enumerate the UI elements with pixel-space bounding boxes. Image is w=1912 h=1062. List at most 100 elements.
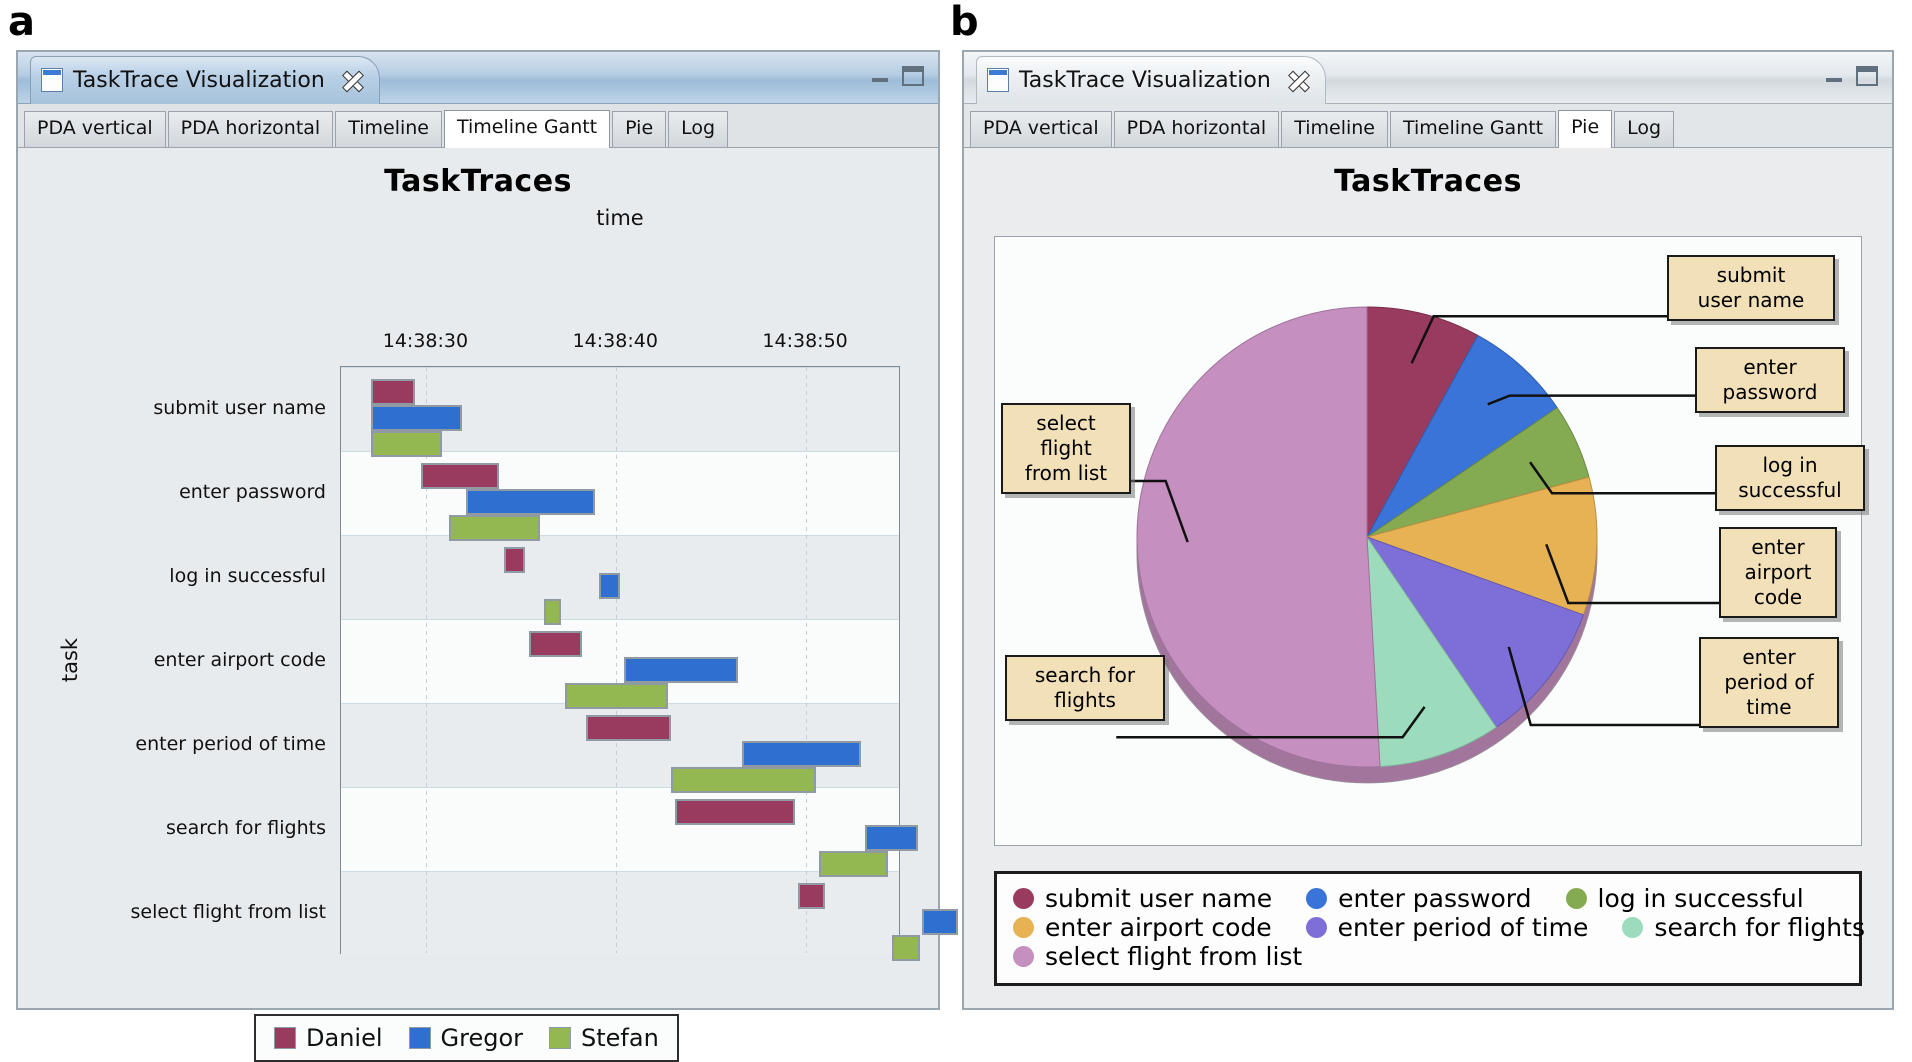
legend-row: submit user name enter password log in suc…	[1013, 884, 1843, 913]
tab-pda-vertical[interactable]: PDA vertical	[24, 111, 166, 147]
legend-dot	[1306, 888, 1328, 909]
pie-callout[interactable]: search for flights	[1005, 655, 1165, 721]
legend-item[interactable]: search for flights	[1622, 913, 1865, 942]
gantt-bar[interactable]	[819, 851, 888, 877]
gantt-bar[interactable]	[565, 683, 668, 709]
legend-dot	[1305, 917, 1327, 938]
window-tab-gantt[interactable]: TaskTrace Visualization	[30, 55, 380, 104]
gantt-row-band	[341, 787, 899, 871]
gantt-bar[interactable]	[528, 631, 583, 657]
gantt-bar[interactable]	[599, 573, 621, 599]
window-title: TaskTrace Visualization	[1019, 67, 1271, 93]
window-controls-gantt	[870, 66, 924, 86]
legend-item[interactable]: enter airport code	[1013, 913, 1272, 942]
legend-item[interactable]: Gregor	[408, 1024, 523, 1052]
gantt-bar[interactable]	[449, 515, 541, 541]
gantt-bar[interactable]	[623, 657, 738, 683]
gantt-chart: time task 14:38:30 14:38:40 14:38:50 submit u…	[18, 148, 958, 1008]
gantt-bar[interactable]	[504, 547, 526, 573]
window-tab-pie[interactable]: TaskTrace Visualization	[976, 55, 1326, 104]
gantt-bar[interactable]	[671, 767, 816, 793]
pie-callout[interactable]: select flight from list	[1001, 403, 1131, 494]
tab-pda-horizontal[interactable]: PDA horizontal	[167, 111, 334, 147]
gantt-bar[interactable]	[864, 825, 919, 851]
gantt-bar[interactable]	[798, 883, 826, 909]
pie-callout[interactable]: enter period of time	[1699, 637, 1839, 728]
gantt-row-separator	[341, 535, 899, 536]
titlebar-gantt: TaskTrace Visualization	[18, 52, 938, 104]
gantt-task-label: enter airport code	[153, 649, 326, 671]
gantt-legend: Daniel Gregor Stefan	[254, 1014, 679, 1062]
tab-log[interactable]: Log	[1614, 111, 1675, 147]
legend-dot	[1013, 888, 1034, 909]
chart-title-pie: TaskTraces	[1334, 164, 1522, 199]
gantt-task-label: select flight from list	[130, 901, 327, 923]
tab-log[interactable]: Log	[668, 111, 729, 147]
pie-callout[interactable]: enter airport code	[1719, 527, 1837, 618]
pie-slice[interactable]: select flight from list — 50.9%	[1136, 306, 1381, 768]
legend-swatch	[549, 1027, 571, 1049]
gantt-row-separator	[341, 871, 899, 872]
tab-pda-vertical[interactable]: PDA vertical	[970, 111, 1112, 147]
tab-pda-horizontal[interactable]: PDA horizontal	[1113, 111, 1280, 147]
gantt-row-separator	[341, 367, 899, 368]
legend-item[interactable]: enter password	[1306, 884, 1532, 913]
tabstrip-pie: PDA vertical PDA horizontal Timeline Timeli…	[964, 104, 1892, 148]
titlebar-pie: TaskTrace Visualization	[964, 52, 1892, 104]
pie-legend: submit user name enter password log in suc…	[994, 871, 1865, 986]
gantt-bar[interactable]	[585, 715, 672, 741]
tab-timeline-gantt[interactable]: Timeline Gantt	[444, 110, 611, 148]
gantt-bar[interactable]	[921, 909, 958, 935]
tab-pie[interactable]: Pie	[1558, 110, 1613, 148]
close-icon[interactable]	[339, 67, 365, 93]
legend-item[interactable]: Daniel	[274, 1024, 383, 1052]
minimize-icon[interactable]	[870, 66, 890, 86]
legend-label: Daniel	[306, 1024, 383, 1052]
gantt-bar[interactable]	[371, 431, 442, 457]
legend-dot	[1565, 888, 1587, 909]
tab-timeline[interactable]: Timeline	[335, 111, 442, 147]
gantt-bar[interactable]	[675, 799, 795, 825]
legend-label: log in successful	[1597, 884, 1804, 913]
legend-label: enter period of time	[1337, 913, 1589, 942]
gantt-bar[interactable]	[891, 935, 920, 961]
chart-area-gantt: TaskTraces time task 14:38:30 14:38:40 14:38…	[18, 148, 958, 1062]
legend-item[interactable]: select flight from list	[1013, 942, 1302, 971]
x-tick-label: 14:38:50	[762, 330, 848, 352]
legend-item[interactable]: Stefan	[549, 1024, 659, 1052]
legend-label: search for flights	[1654, 913, 1865, 942]
gantt-bar[interactable]	[420, 463, 499, 489]
legend-label: enter airport code	[1045, 913, 1272, 942]
legend-label: enter password	[1338, 884, 1532, 913]
gantt-gridline	[616, 367, 618, 953]
pie-callout[interactable]: log in successful	[1715, 445, 1865, 511]
gantt-task-label: enter password	[179, 481, 326, 503]
gantt-bar[interactable]	[544, 599, 562, 625]
maximize-icon[interactable]	[1856, 66, 1878, 86]
gantt-bar[interactable]	[371, 379, 416, 405]
legend-item[interactable]: enter period of time	[1305, 913, 1589, 942]
pie-callout[interactable]: submit user name	[1667, 255, 1835, 321]
legend-swatch	[408, 1027, 431, 1049]
minimize-icon[interactable]	[1824, 66, 1844, 86]
legend-item[interactable]: log in successful	[1565, 884, 1804, 913]
pie-callout[interactable]: enter password	[1695, 347, 1845, 413]
tab-timeline-gantt[interactable]: Timeline Gantt	[1390, 111, 1557, 147]
window-controls-pie	[1824, 66, 1878, 86]
legend-swatch	[274, 1027, 296, 1049]
tab-timeline[interactable]: Timeline	[1281, 111, 1388, 147]
document-icon	[987, 68, 1009, 92]
gantt-bar[interactable]	[371, 405, 463, 431]
maximize-icon[interactable]	[902, 66, 924, 86]
legend-row: select flight from list	[1013, 942, 1843, 971]
x-axis-label: time	[596, 206, 644, 230]
close-icon[interactable]	[1285, 67, 1311, 93]
gantt-bar[interactable]	[466, 489, 596, 515]
gantt-row-separator	[341, 619, 899, 620]
gantt-task-label: enter period of time	[135, 733, 326, 755]
legend-label: Stefan	[581, 1024, 659, 1052]
legend-item[interactable]: submit user name	[1013, 884, 1272, 913]
tab-pie[interactable]: Pie	[612, 111, 667, 147]
gantt-bar[interactable]	[741, 741, 862, 767]
gantt-task-label: search for flights	[165, 817, 326, 839]
